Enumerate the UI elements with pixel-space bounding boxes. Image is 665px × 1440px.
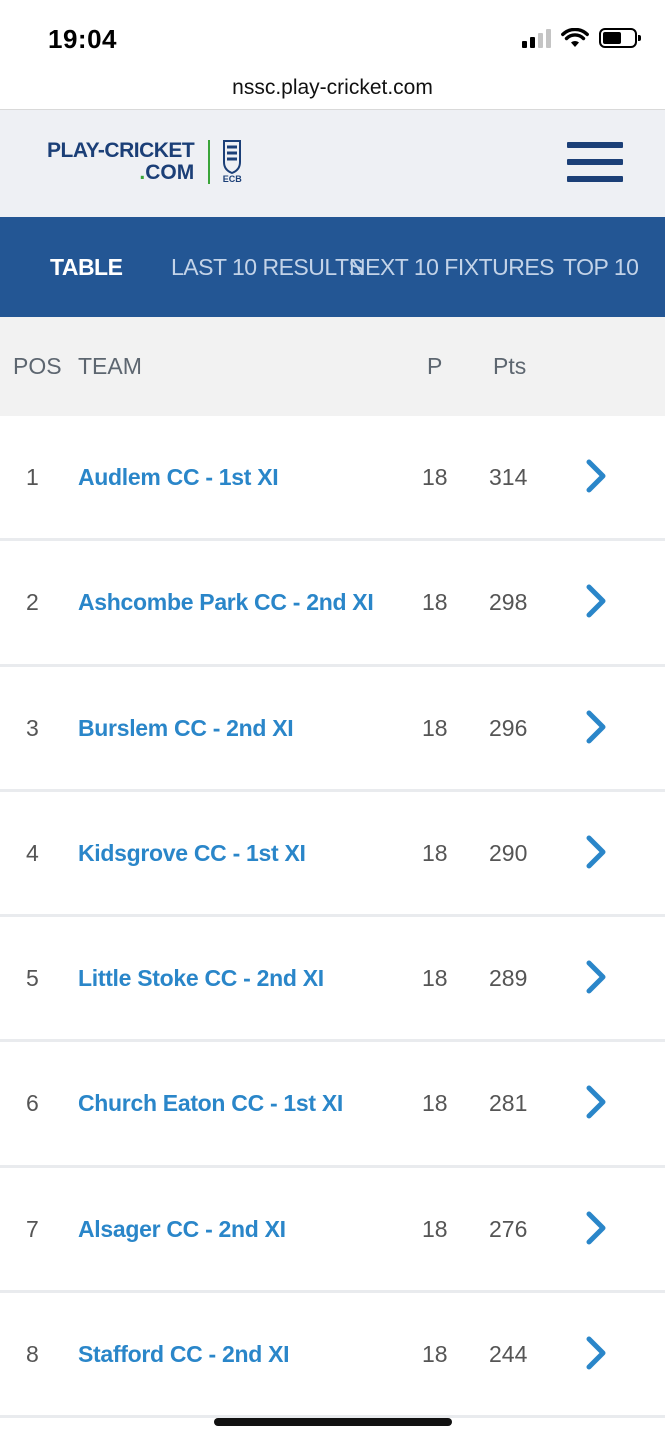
- browser-url-bar[interactable]: nssc.play-cricket.com: [0, 70, 665, 110]
- row-points: 289: [489, 965, 528, 992]
- logo-text: PLAY-CRICKET .COM: [47, 139, 195, 184]
- chevron-right-icon[interactable]: [583, 583, 609, 619]
- tab-next-10-fixtures[interactable]: NEXT 10 FIXTURES: [349, 217, 555, 317]
- row-team-link[interactable]: Ashcombe Park CC - 2nd XI: [78, 541, 374, 663]
- table-row[interactable]: 5 Little Stoke CC - 2nd XI 18 289: [0, 917, 665, 1043]
- url-text: nssc.play-cricket.com: [232, 76, 433, 99]
- league-table-rows: 1 Audlem CC - 1st XI 18 314 2 Ashcombe P…: [0, 416, 665, 1419]
- row-points: 314: [489, 464, 528, 490]
- table-row[interactable]: 6 Church Eaton CC - 1st XI 18 281: [0, 1042, 665, 1168]
- row-team-link[interactable]: Kidsgrove CC - 1st XI: [78, 792, 306, 914]
- table-row[interactable]: 1 Audlem CC - 1st XI 18 314: [0, 416, 665, 542]
- chevron-right-icon[interactable]: [583, 834, 609, 870]
- ecb-badge: ECB: [222, 140, 242, 184]
- ecb-text: ECB: [222, 174, 242, 184]
- row-points: 298: [489, 589, 528, 616]
- table-row[interactable]: 4 Kidsgrove CC - 1st XI 18 290: [0, 791, 665, 918]
- logo-line1: PLAY-CRICKET: [47, 139, 195, 162]
- column-header-points: Pts: [493, 353, 527, 379]
- chevron-right-icon[interactable]: [583, 709, 609, 745]
- row-played: 18: [422, 1090, 448, 1117]
- row-played: 18: [422, 589, 448, 616]
- row-team-link[interactable]: Little Stoke CC - 2nd XI: [78, 917, 324, 1039]
- row-points: 296: [489, 714, 528, 741]
- row-position: 3: [26, 714, 39, 741]
- table-row[interactable]: 8 Stafford CC - 2nd XI 18 244: [0, 1293, 665, 1419]
- row-position: 7: [26, 1215, 39, 1242]
- home-indicator[interactable]: [214, 1418, 452, 1426]
- site-header: PLAY-CRICKET .COM ECB: [0, 110, 665, 217]
- logo-line2: .COM: [139, 162, 194, 184]
- ecb-shield-icon: [223, 140, 242, 174]
- logo-com: COM: [145, 161, 195, 184]
- play-cricket-logo[interactable]: PLAY-CRICKET .COM ECB: [47, 140, 242, 184]
- row-position: 8: [26, 1341, 39, 1368]
- row-position: 4: [26, 839, 39, 866]
- row-position: 5: [26, 965, 39, 992]
- row-played: 18: [422, 464, 448, 490]
- row-points: 276: [489, 1215, 528, 1242]
- row-team-link[interactable]: Church Eaton CC - 1st XI: [78, 1042, 343, 1164]
- row-played: 18: [422, 1341, 448, 1368]
- row-team-link[interactable]: Alsager CC - 2nd XI: [78, 1168, 286, 1290]
- tab-table[interactable]: TABLE: [50, 217, 123, 317]
- row-position: 6: [26, 1090, 39, 1117]
- menu-bar-bottom: [567, 176, 623, 182]
- battery-icon: [599, 28, 641, 48]
- row-played: 18: [422, 714, 448, 741]
- logo-divider: [208, 140, 211, 184]
- chevron-right-icon[interactable]: [583, 1335, 609, 1371]
- row-team-link[interactable]: Audlem CC - 1st XI: [78, 416, 279, 538]
- status-icons: [522, 28, 641, 48]
- row-position: 2: [26, 589, 39, 616]
- row-played: 18: [422, 839, 448, 866]
- row-played: 18: [422, 1215, 448, 1242]
- row-points: 281: [489, 1090, 528, 1117]
- table-row[interactable]: 2 Ashcombe Park CC - 2nd XI 18 298: [0, 541, 665, 667]
- tab-top-10[interactable]: TOP 10: [563, 217, 639, 317]
- hamburger-menu-button[interactable]: [567, 142, 623, 182]
- row-team-link[interactable]: Burslem CC - 2nd XI: [78, 667, 294, 789]
- menu-bar-top: [567, 142, 623, 148]
- table-header: POS TEAM P Pts: [0, 317, 665, 416]
- chevron-right-icon[interactable]: [583, 959, 609, 995]
- wifi-icon: [561, 28, 589, 47]
- tab-bar: TABLE LAST 10 RESULTS NEXT 10 FIXTURES T…: [0, 217, 665, 317]
- chevron-right-icon[interactable]: [583, 1084, 609, 1120]
- tab-last-10-results[interactable]: LAST 10 RESULTS: [171, 217, 364, 317]
- row-position: 1: [26, 464, 39, 490]
- status-time: 19:04: [48, 24, 117, 54]
- column-header-team: TEAM: [78, 353, 142, 379]
- row-played: 18: [422, 965, 448, 992]
- status-bar: 19:04: [0, 0, 665, 70]
- chevron-right-icon[interactable]: [583, 458, 609, 494]
- cellular-signal-icon: [522, 28, 551, 48]
- column-header-played: P: [427, 353, 443, 379]
- row-team-link[interactable]: Stafford CC - 2nd XI: [78, 1293, 290, 1415]
- row-points: 290: [489, 839, 528, 866]
- table-row[interactable]: 7 Alsager CC - 2nd XI 18 276: [0, 1167, 665, 1294]
- chevron-right-icon[interactable]: [583, 1210, 609, 1246]
- row-points: 244: [489, 1341, 528, 1368]
- column-header-pos: POS: [13, 353, 62, 379]
- menu-bar-middle: [567, 159, 623, 165]
- table-row[interactable]: 3 Burslem CC - 2nd XI 18 296: [0, 666, 665, 792]
